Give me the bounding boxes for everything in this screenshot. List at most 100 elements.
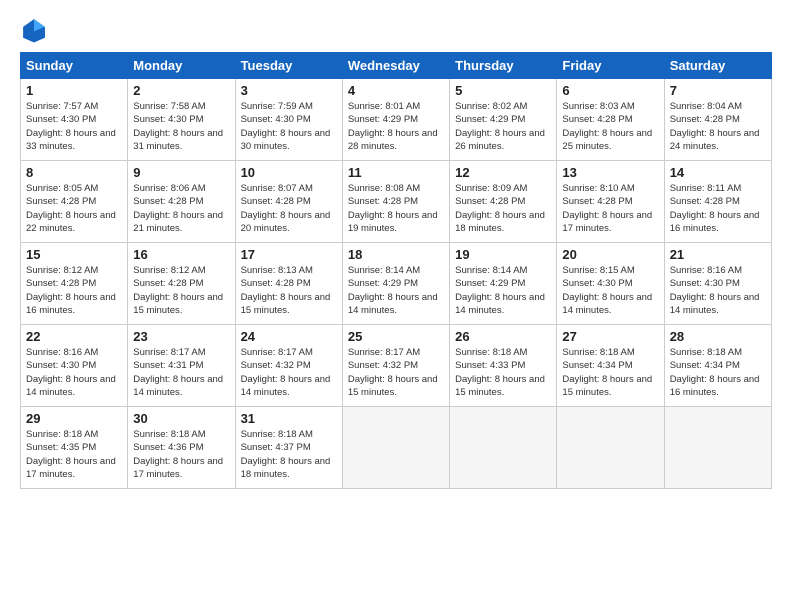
day-info: Sunrise: 8:02 AMSunset: 4:29 PMDaylight:… [455, 101, 545, 152]
calendar-cell: 1 Sunrise: 7:57 AMSunset: 4:30 PMDayligh… [21, 79, 128, 161]
calendar-cell: 27 Sunrise: 8:18 AMSunset: 4:34 PMDaylig… [557, 325, 664, 407]
calendar-cell: 11 Sunrise: 8:08 AMSunset: 4:28 PMDaylig… [342, 161, 449, 243]
calendar-cell: 17 Sunrise: 8:13 AMSunset: 4:28 PMDaylig… [235, 243, 342, 325]
weekday-sunday: Sunday [21, 53, 128, 79]
calendar-header: SundayMondayTuesdayWednesdayThursdayFrid… [21, 53, 772, 79]
calendar-cell: 6 Sunrise: 8:03 AMSunset: 4:28 PMDayligh… [557, 79, 664, 161]
weekday-saturday: Saturday [664, 53, 771, 79]
calendar-cell: 16 Sunrise: 8:12 AMSunset: 4:28 PMDaylig… [128, 243, 235, 325]
day-info: Sunrise: 8:06 AMSunset: 4:28 PMDaylight:… [133, 183, 223, 234]
page: SundayMondayTuesdayWednesdayThursdayFrid… [0, 0, 792, 612]
day-number: 12 [455, 165, 551, 180]
logo-icon [20, 16, 48, 44]
weekday-monday: Monday [128, 53, 235, 79]
calendar-cell: 28 Sunrise: 8:18 AMSunset: 4:34 PMDaylig… [664, 325, 771, 407]
day-number: 17 [241, 247, 337, 262]
day-number: 25 [348, 329, 444, 344]
day-number: 5 [455, 83, 551, 98]
day-info: Sunrise: 8:12 AMSunset: 4:28 PMDaylight:… [26, 265, 116, 316]
day-number: 24 [241, 329, 337, 344]
calendar-cell: 18 Sunrise: 8:14 AMSunset: 4:29 PMDaylig… [342, 243, 449, 325]
day-info: Sunrise: 8:17 AMSunset: 4:32 PMDaylight:… [348, 347, 438, 398]
calendar-cell: 30 Sunrise: 8:18 AMSunset: 4:36 PMDaylig… [128, 407, 235, 489]
day-number: 2 [133, 83, 229, 98]
day-number: 14 [670, 165, 766, 180]
calendar-cell: 8 Sunrise: 8:05 AMSunset: 4:28 PMDayligh… [21, 161, 128, 243]
day-number: 23 [133, 329, 229, 344]
day-info: Sunrise: 8:08 AMSunset: 4:28 PMDaylight:… [348, 183, 438, 234]
calendar-cell: 20 Sunrise: 8:15 AMSunset: 4:30 PMDaylig… [557, 243, 664, 325]
day-number: 9 [133, 165, 229, 180]
day-info: Sunrise: 8:16 AMSunset: 4:30 PMDaylight:… [26, 347, 116, 398]
day-number: 6 [562, 83, 658, 98]
calendar-cell [664, 407, 771, 489]
weekday-thursday: Thursday [450, 53, 557, 79]
calendar-cell: 15 Sunrise: 8:12 AMSunset: 4:28 PMDaylig… [21, 243, 128, 325]
day-number: 4 [348, 83, 444, 98]
day-info: Sunrise: 8:05 AMSunset: 4:28 PMDaylight:… [26, 183, 116, 234]
calendar-week-4: 22 Sunrise: 8:16 AMSunset: 4:30 PMDaylig… [21, 325, 772, 407]
calendar-cell: 29 Sunrise: 8:18 AMSunset: 4:35 PMDaylig… [21, 407, 128, 489]
calendar-week-1: 1 Sunrise: 7:57 AMSunset: 4:30 PMDayligh… [21, 79, 772, 161]
day-info: Sunrise: 8:07 AMSunset: 4:28 PMDaylight:… [241, 183, 331, 234]
calendar-cell [557, 407, 664, 489]
calendar-cell: 23 Sunrise: 8:17 AMSunset: 4:31 PMDaylig… [128, 325, 235, 407]
calendar-cell: 9 Sunrise: 8:06 AMSunset: 4:28 PMDayligh… [128, 161, 235, 243]
day-info: Sunrise: 8:12 AMSunset: 4:28 PMDaylight:… [133, 265, 223, 316]
weekday-header-row: SundayMondayTuesdayWednesdayThursdayFrid… [21, 53, 772, 79]
day-number: 1 [26, 83, 122, 98]
day-number: 27 [562, 329, 658, 344]
day-number: 22 [26, 329, 122, 344]
calendar-cell: 2 Sunrise: 7:58 AMSunset: 4:30 PMDayligh… [128, 79, 235, 161]
day-info: Sunrise: 8:17 AMSunset: 4:31 PMDaylight:… [133, 347, 223, 398]
day-number: 19 [455, 247, 551, 262]
header [20, 16, 772, 44]
calendar-cell: 5 Sunrise: 8:02 AMSunset: 4:29 PMDayligh… [450, 79, 557, 161]
calendar-cell: 10 Sunrise: 8:07 AMSunset: 4:28 PMDaylig… [235, 161, 342, 243]
day-info: Sunrise: 8:09 AMSunset: 4:28 PMDaylight:… [455, 183, 545, 234]
calendar-cell: 3 Sunrise: 7:59 AMSunset: 4:30 PMDayligh… [235, 79, 342, 161]
day-info: Sunrise: 8:14 AMSunset: 4:29 PMDaylight:… [348, 265, 438, 316]
calendar-cell: 12 Sunrise: 8:09 AMSunset: 4:28 PMDaylig… [450, 161, 557, 243]
calendar-cell: 26 Sunrise: 8:18 AMSunset: 4:33 PMDaylig… [450, 325, 557, 407]
calendar-cell: 14 Sunrise: 8:11 AMSunset: 4:28 PMDaylig… [664, 161, 771, 243]
day-number: 21 [670, 247, 766, 262]
day-number: 30 [133, 411, 229, 426]
logo [20, 16, 52, 44]
day-number: 15 [26, 247, 122, 262]
weekday-wednesday: Wednesday [342, 53, 449, 79]
day-number: 28 [670, 329, 766, 344]
day-number: 31 [241, 411, 337, 426]
day-number: 3 [241, 83, 337, 98]
day-info: Sunrise: 8:03 AMSunset: 4:28 PMDaylight:… [562, 101, 652, 152]
day-info: Sunrise: 8:01 AMSunset: 4:29 PMDaylight:… [348, 101, 438, 152]
day-info: Sunrise: 7:58 AMSunset: 4:30 PMDaylight:… [133, 101, 223, 152]
day-info: Sunrise: 7:59 AMSunset: 4:30 PMDaylight:… [241, 101, 331, 152]
day-info: Sunrise: 8:18 AMSunset: 4:35 PMDaylight:… [26, 429, 116, 480]
day-info: Sunrise: 8:15 AMSunset: 4:30 PMDaylight:… [562, 265, 652, 316]
day-number: 26 [455, 329, 551, 344]
day-info: Sunrise: 8:16 AMSunset: 4:30 PMDaylight:… [670, 265, 760, 316]
calendar-cell: 25 Sunrise: 8:17 AMSunset: 4:32 PMDaylig… [342, 325, 449, 407]
day-number: 11 [348, 165, 444, 180]
day-info: Sunrise: 8:18 AMSunset: 4:36 PMDaylight:… [133, 429, 223, 480]
day-info: Sunrise: 8:11 AMSunset: 4:28 PMDaylight:… [670, 183, 760, 234]
day-number: 10 [241, 165, 337, 180]
day-info: Sunrise: 8:18 AMSunset: 4:33 PMDaylight:… [455, 347, 545, 398]
calendar-cell: 13 Sunrise: 8:10 AMSunset: 4:28 PMDaylig… [557, 161, 664, 243]
day-info: Sunrise: 8:18 AMSunset: 4:37 PMDaylight:… [241, 429, 331, 480]
day-number: 13 [562, 165, 658, 180]
day-info: Sunrise: 8:14 AMSunset: 4:29 PMDaylight:… [455, 265, 545, 316]
day-info: Sunrise: 7:57 AMSunset: 4:30 PMDaylight:… [26, 101, 116, 152]
day-info: Sunrise: 8:18 AMSunset: 4:34 PMDaylight:… [562, 347, 652, 398]
day-info: Sunrise: 8:13 AMSunset: 4:28 PMDaylight:… [241, 265, 331, 316]
day-number: 18 [348, 247, 444, 262]
calendar-cell: 7 Sunrise: 8:04 AMSunset: 4:28 PMDayligh… [664, 79, 771, 161]
calendar-cell [450, 407, 557, 489]
weekday-friday: Friday [557, 53, 664, 79]
day-number: 7 [670, 83, 766, 98]
day-info: Sunrise: 8:10 AMSunset: 4:28 PMDaylight:… [562, 183, 652, 234]
calendar-cell: 22 Sunrise: 8:16 AMSunset: 4:30 PMDaylig… [21, 325, 128, 407]
calendar-cell: 31 Sunrise: 8:18 AMSunset: 4:37 PMDaylig… [235, 407, 342, 489]
day-number: 8 [26, 165, 122, 180]
